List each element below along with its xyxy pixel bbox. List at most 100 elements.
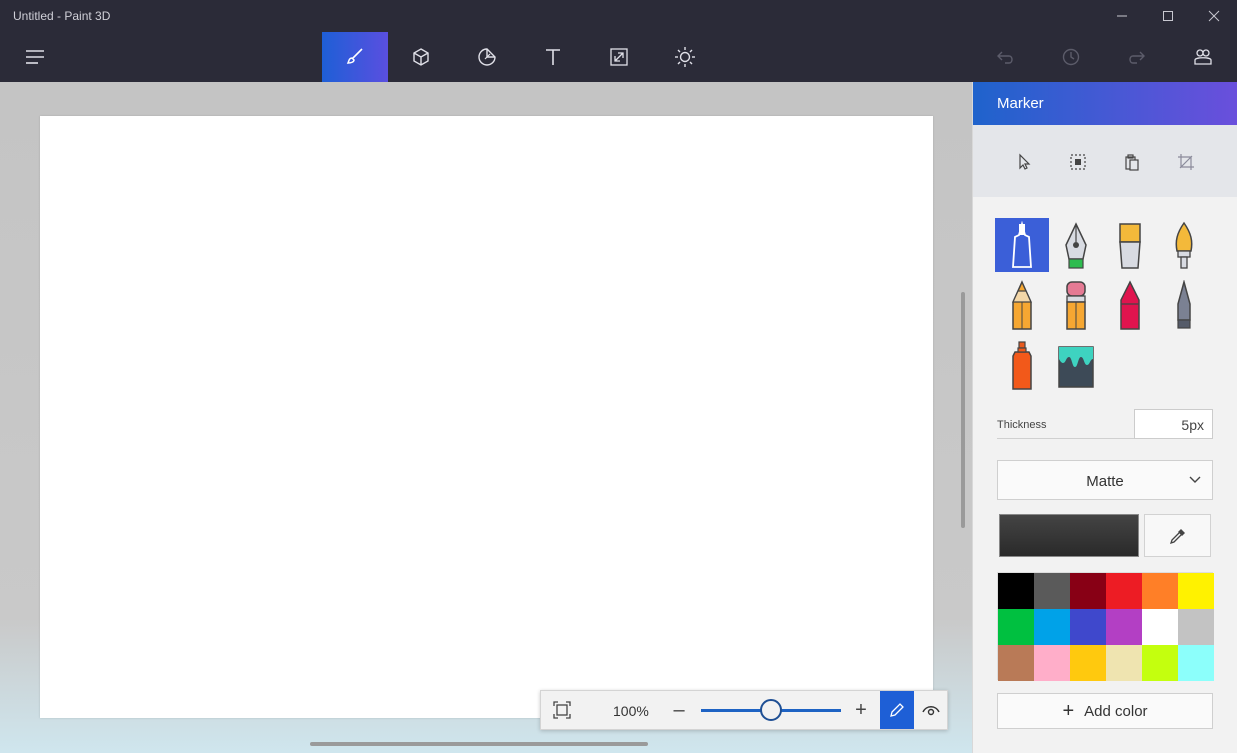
clipboard-icon: [1125, 154, 1139, 171]
color-swatch[interactable]: [1178, 573, 1214, 609]
color-swatch[interactable]: [1106, 573, 1142, 609]
redo-button[interactable]: [1103, 32, 1169, 82]
marker-icon: [1012, 221, 1032, 268]
maximize-icon[interactable]: [1145, 0, 1191, 32]
calligraphy-pen-brush[interactable]: [1049, 218, 1103, 272]
add-color-label: Add color: [1084, 702, 1148, 720]
text-icon: [546, 49, 560, 65]
fit-screen-icon: [553, 701, 571, 719]
color-swatch[interactable]: [1034, 609, 1070, 645]
undo-icon: [997, 51, 1013, 64]
watercolor-brush[interactable]: [1157, 218, 1211, 272]
color-swatch[interactable]: [998, 573, 1034, 609]
zoom-slider-thumb[interactable]: [760, 699, 782, 721]
marker-brush[interactable]: [995, 218, 1049, 272]
eyedropper-icon: [1169, 528, 1185, 544]
panel-title: Marker: [997, 95, 1044, 112]
remix-button[interactable]: [1170, 32, 1236, 82]
calligraphy-pen-icon: [1065, 222, 1087, 269]
pen-icon: [890, 703, 904, 717]
view-mode-button[interactable]: [914, 691, 948, 729]
color-swatch[interactable]: [1178, 645, 1214, 681]
tab-3d-shapes[interactable]: [388, 32, 454, 82]
spray-can-brush[interactable]: [995, 338, 1049, 392]
close-icon[interactable]: [1191, 0, 1237, 32]
tab-effects[interactable]: [652, 32, 718, 82]
finish-value: Matte: [1086, 473, 1124, 490]
fit-to-screen-button[interactable]: [547, 695, 577, 725]
fill-bucket-icon: [1058, 346, 1094, 388]
thickness-input[interactable]: 5px: [1134, 409, 1213, 439]
thickness-label: Thickness: [997, 419, 1047, 431]
window-title: Untitled - Paint 3D: [13, 9, 111, 23]
zoom-in-button[interactable]: +: [849, 695, 873, 725]
crop-icon: [1178, 154, 1194, 170]
color-swatch[interactable]: [1178, 609, 1214, 645]
color-swatch[interactable]: [1142, 645, 1178, 681]
vertical-scrollbar[interactable]: [961, 292, 965, 528]
drawing-mode-button[interactable]: [880, 691, 914, 729]
cursor-icon: [1019, 153, 1031, 170]
sun-icon: [675, 47, 695, 67]
zoom-out-button[interactable]: –: [667, 695, 691, 725]
crop-tool[interactable]: [1173, 149, 1199, 175]
brush-icon: [346, 48, 363, 64]
magic-select-tool[interactable]: [1065, 149, 1091, 175]
pencil-icon: [1012, 280, 1032, 330]
hamburger-icon: [26, 50, 44, 64]
oil-brush-icon: [1119, 223, 1141, 269]
color-swatch[interactable]: [1070, 573, 1106, 609]
color-swatch[interactable]: [1034, 573, 1070, 609]
people-icon: [1194, 49, 1212, 65]
eraser-brush[interactable]: [1049, 278, 1103, 332]
drawing-canvas[interactable]: [40, 116, 933, 718]
color-swatch[interactable]: [998, 645, 1034, 681]
tab-canvas[interactable]: [586, 32, 652, 82]
eyedropper-button[interactable]: [1144, 514, 1211, 557]
brush-panel: Marker Thickness 5px Matte + Add color: [972, 82, 1237, 753]
add-color-button[interactable]: + Add color: [997, 693, 1213, 729]
plus-icon: +: [1062, 700, 1075, 722]
tab-stickers[interactable]: [454, 32, 520, 82]
color-swatch[interactable]: [998, 609, 1034, 645]
finish-dropdown[interactable]: Matte: [997, 460, 1213, 500]
eye-icon: [922, 706, 940, 716]
title-bar: Untitled - Paint 3D: [0, 0, 1237, 32]
color-swatch[interactable]: [1034, 645, 1070, 681]
oil-brush[interactable]: [1103, 218, 1157, 272]
spray-can-icon: [1012, 341, 1032, 390]
pixel-pen-brush[interactable]: [1157, 278, 1211, 332]
chevron-down-icon: [1189, 476, 1201, 483]
minimize-icon[interactable]: [1099, 0, 1145, 32]
marquee-icon: [1070, 154, 1086, 170]
history-button[interactable]: [1038, 32, 1104, 82]
history-icon: [1062, 48, 1080, 66]
tab-text[interactable]: [520, 32, 586, 82]
undo-button[interactable]: [973, 32, 1039, 82]
workspace: [0, 82, 972, 753]
cube-icon: [413, 48, 429, 66]
pencil-brush[interactable]: [995, 278, 1049, 332]
panel-header: Marker: [973, 82, 1237, 125]
color-swatch[interactable]: [1106, 645, 1142, 681]
current-color-swatch[interactable]: [999, 514, 1139, 557]
select-tool[interactable]: [1011, 149, 1037, 175]
crayon-brush[interactable]: [1103, 278, 1157, 332]
fill-brush[interactable]: [1049, 338, 1103, 392]
color-swatch[interactable]: [1070, 609, 1106, 645]
menu-button[interactable]: [10, 32, 60, 82]
zoom-percent: 100%: [613, 703, 649, 719]
paste-tool[interactable]: [1119, 149, 1145, 175]
horizontal-scrollbar[interactable]: [310, 742, 648, 746]
thickness-slider[interactable]: [997, 438, 1134, 439]
eraser-icon: [1066, 281, 1086, 330]
zoom-bar: 100% – +: [540, 690, 948, 730]
color-swatch[interactable]: [1142, 609, 1178, 645]
tab-brushes[interactable]: [322, 32, 388, 82]
color-swatch[interactable]: [1106, 609, 1142, 645]
crayon-icon: [1120, 280, 1140, 330]
color-palette: [997, 572, 1214, 681]
color-swatch[interactable]: [1070, 645, 1106, 681]
panel-tools: [973, 125, 1237, 197]
color-swatch[interactable]: [1142, 573, 1178, 609]
